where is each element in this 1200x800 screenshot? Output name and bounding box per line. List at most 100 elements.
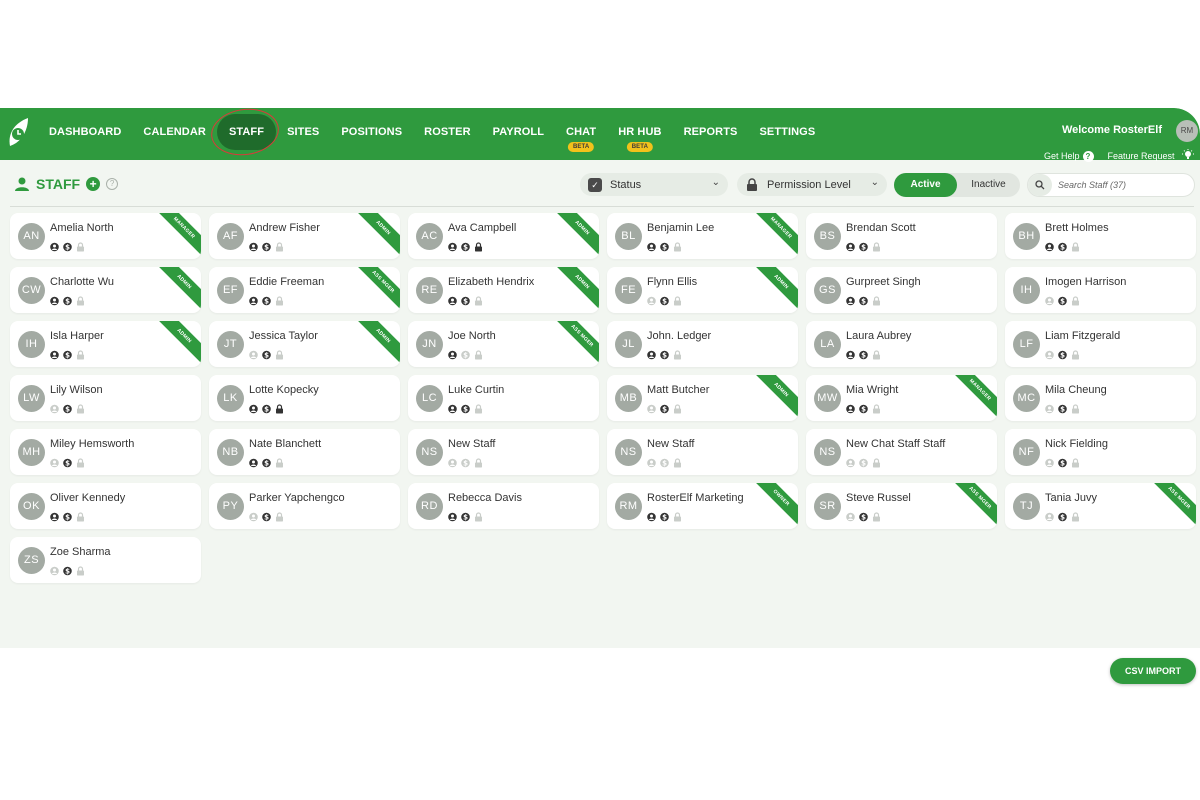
- pay-icon: $: [63, 293, 72, 306]
- staff-card[interactable]: AC Ava Campbell $ ADMIN: [408, 213, 599, 259]
- user-avatar[interactable]: RM: [1176, 120, 1198, 142]
- staff-card[interactable]: LW Lily Wilson $: [10, 375, 201, 421]
- staff-card[interactable]: BH Brett Holmes $: [1005, 213, 1196, 259]
- permission-level-select[interactable]: Permission Level ⌄: [737, 173, 887, 196]
- staff-status-icons: $: [50, 347, 85, 360]
- staff-card[interactable]: JT Jessica Taylor $ ADMIN: [209, 321, 400, 367]
- staff-card[interactable]: MC Mila Cheung $: [1005, 375, 1196, 421]
- profile-icon: [647, 509, 656, 522]
- staff-card[interactable]: IH Isla Harper $ ADMIN: [10, 321, 201, 367]
- staff-status-icons: $: [448, 347, 483, 360]
- staff-card[interactable]: PY Parker Yapchengco $: [209, 483, 400, 529]
- active-toggle-button[interactable]: Active: [894, 173, 957, 197]
- nav-item-label: POSITIONS: [341, 126, 403, 138]
- svg-text:$: $: [662, 298, 667, 306]
- staff-card[interactable]: NB Nate Blanchett $: [209, 429, 400, 475]
- inactive-toggle-button[interactable]: Inactive: [957, 173, 1020, 197]
- staff-card[interactable]: NF Nick Fielding $: [1005, 429, 1196, 475]
- staff-card[interactable]: TJ Tania Juvy $ ASS MGER: [1005, 483, 1196, 529]
- staff-card[interactable]: GS Gurpreet Singh $: [806, 267, 997, 313]
- avatar: LF: [1013, 331, 1040, 358]
- staff-name: Brett Holmes: [1045, 222, 1109, 234]
- staff-card[interactable]: MB Matt Butcher $ ADMIN: [607, 375, 798, 421]
- search-input[interactable]: Search Staff (37): [1027, 173, 1195, 197]
- profile-icon: [448, 455, 457, 468]
- avatar: GS: [814, 277, 841, 304]
- staff-card[interactable]: MH Miley Hemsworth $: [10, 429, 201, 475]
- staff-card[interactable]: AF Andrew Fisher $ ADMIN: [209, 213, 400, 259]
- footer: [0, 648, 1200, 688]
- nav-item-roster[interactable]: ROSTER: [413, 108, 481, 156]
- svg-text:$: $: [264, 244, 269, 252]
- lock-icon: [275, 401, 284, 414]
- role-ribbon: MANAGER: [947, 375, 997, 421]
- nav-item-staff[interactable]: STAFF: [216, 114, 277, 150]
- profile-icon: [50, 293, 59, 306]
- pay-icon: $: [1058, 347, 1067, 360]
- profile-icon: [249, 401, 258, 414]
- staff-card[interactable]: AN Amelia North $ MANAGER: [10, 213, 201, 259]
- staff-card[interactable]: BL Benjamin Lee $ MANAGER: [607, 213, 798, 259]
- nav-item-label: STAFF: [228, 126, 265, 138]
- staff-card[interactable]: LA Laura Aubrey $: [806, 321, 997, 367]
- staff-status-icons: $: [249, 509, 284, 522]
- staff-status-icons: $: [647, 401, 682, 414]
- nav-item-settings[interactable]: SETTINGS: [748, 108, 826, 156]
- staff-card[interactable]: SR Steve Russel $ ASS MGER: [806, 483, 997, 529]
- staff-card[interactable]: EF Eddie Freeman $ ASS MGER: [209, 267, 400, 313]
- staff-card[interactable]: RE Elizabeth Hendrix $ ADMIN: [408, 267, 599, 313]
- staff-status-icons: $: [846, 239, 881, 252]
- staff-name: Nick Fielding: [1045, 438, 1108, 450]
- staff-name: Lily Wilson: [50, 384, 103, 396]
- staff-card[interactable]: FE Flynn Ellis $ ADMIN: [607, 267, 798, 313]
- staff-card[interactable]: RD Rebecca Davis $: [408, 483, 599, 529]
- staff-name: New Staff: [647, 438, 695, 450]
- get-help-label: Get Help: [1043, 151, 1080, 161]
- status-select[interactable]: ✓ Status ⌄: [580, 173, 728, 196]
- nav-item-payroll[interactable]: PAYROLL: [482, 108, 555, 156]
- staff-status-icons: $: [647, 293, 682, 306]
- staff-card[interactable]: LF Liam Fitzgerald $: [1005, 321, 1196, 367]
- nav-item-positions[interactable]: POSITIONS: [330, 108, 413, 156]
- profile-icon: [448, 347, 457, 360]
- nav-item-hr-hub[interactable]: HR HUB BETA: [607, 108, 672, 156]
- staff-status-icons: $: [1045, 401, 1080, 414]
- staff-card[interactable]: JN Joe North $ ASS MGER: [408, 321, 599, 367]
- staff-card[interactable]: NS New Staff $: [607, 429, 798, 475]
- nav-item-sites[interactable]: SITES: [276, 108, 330, 156]
- staff-name: Charlotte Wu: [50, 276, 114, 288]
- avatar: OK: [18, 493, 45, 520]
- profile-icon: [647, 347, 656, 360]
- staff-card[interactable]: NS New Chat Staff Staff $: [806, 429, 997, 475]
- search-icon: [1028, 174, 1052, 196]
- nav-item-dashboard[interactable]: DASHBOARD: [38, 108, 132, 156]
- get-help-link[interactable]: Get Help?: [1044, 146, 1094, 164]
- pay-icon: $: [1058, 455, 1067, 468]
- nav-item-chat[interactable]: CHAT BETA: [555, 108, 607, 156]
- avatar: JL: [615, 331, 642, 358]
- svg-text:$: $: [861, 460, 866, 468]
- pay-icon: $: [63, 401, 72, 414]
- staff-card[interactable]: BS Brendan Scott $: [806, 213, 997, 259]
- add-staff-button[interactable]: +: [86, 177, 101, 191]
- staff-card[interactable]: OK Oliver Kennedy $: [10, 483, 201, 529]
- feature-request-link[interactable]: Feature Request: [1108, 146, 1194, 164]
- svg-text:$: $: [662, 352, 667, 360]
- staff-card[interactable]: LK Lotte Kopecky $: [209, 375, 400, 421]
- staff-card[interactable]: NS New Staff $: [408, 429, 599, 475]
- info-icon[interactable]: ?: [106, 178, 119, 190]
- rosterelf-logo-icon[interactable]: [6, 116, 32, 150]
- staff-status-icons: $: [50, 563, 85, 576]
- staff-card[interactable]: CW Charlotte Wu $ ADMIN: [10, 267, 201, 313]
- staff-card[interactable]: RM RosterElf Marketing $ OWNER: [607, 483, 798, 529]
- staff-card[interactable]: MW Mia Wright $ MANAGER: [806, 375, 997, 421]
- svg-text:$: $: [65, 298, 70, 306]
- staff-card[interactable]: JL John. Ledger $: [607, 321, 798, 367]
- csv-import-button[interactable]: CSV IMPORT: [1110, 658, 1196, 684]
- nav-item-reports[interactable]: REPORTS: [673, 108, 749, 156]
- staff-card[interactable]: ZS Zoe Sharma $: [10, 537, 201, 583]
- staff-name: John. Ledger: [647, 330, 712, 342]
- staff-card[interactable]: IH Imogen Harrison $: [1005, 267, 1196, 313]
- nav-item-calendar[interactable]: CALENDAR: [132, 108, 217, 156]
- staff-card[interactable]: LC Luke Curtin $: [408, 375, 599, 421]
